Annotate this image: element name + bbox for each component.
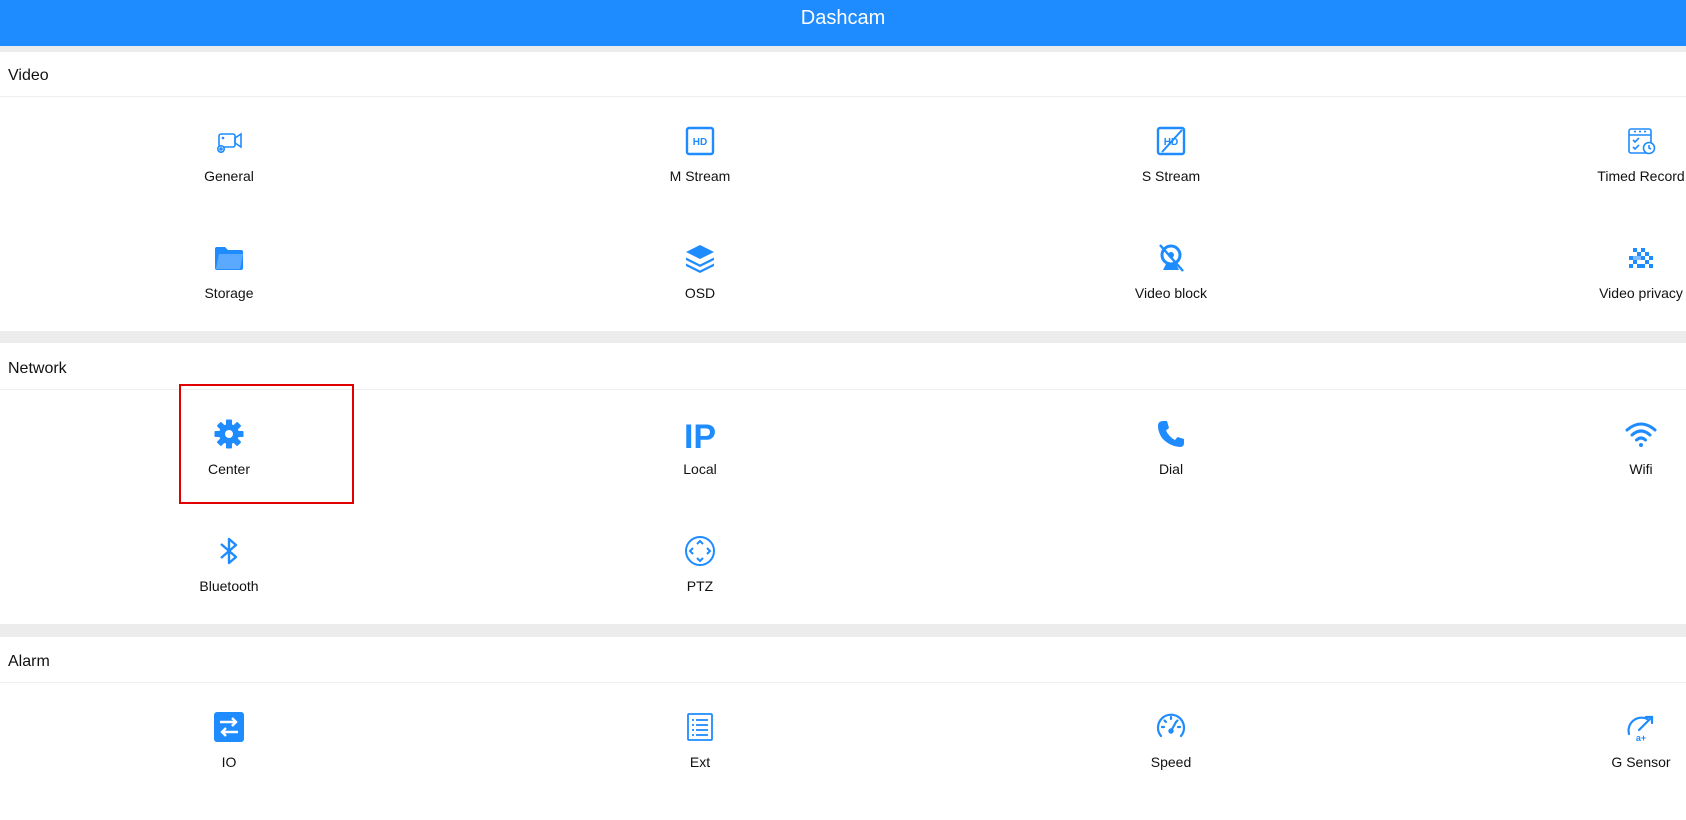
layers-icon [683, 241, 717, 275]
camera-settings-icon [212, 124, 246, 158]
tile-label: Bluetooth [199, 578, 259, 594]
tile-label: Timed Record [1597, 168, 1685, 184]
app-title: Dashcam [800, 7, 886, 29]
section-title-network: Network [8, 360, 67, 377]
tile-label: Dial [1158, 461, 1184, 477]
svg-text:HD: HD [693, 137, 707, 148]
tile-timed-record[interactable]: Timed Record [1551, 110, 1686, 220]
tile-m-stream[interactable]: HD M Stream [610, 110, 790, 220]
tile-storage[interactable]: Storage [139, 227, 319, 337]
tile-general[interactable]: General [139, 110, 319, 220]
tile-label: General [204, 168, 254, 184]
header-shadow-band [0, 46, 1686, 52]
tile-label: Storage [204, 285, 254, 301]
tile-label: Video privacy [1599, 285, 1683, 301]
tile-dial[interactable]: Dial [1081, 403, 1261, 513]
app-header: Dashcam [0, 0, 1686, 46]
document-list-icon [683, 710, 717, 744]
tile-center[interactable]: Center [139, 403, 319, 513]
mosaic-icon [1624, 241, 1658, 275]
tile-label: PTZ [686, 578, 714, 594]
folder-icon [212, 241, 246, 275]
tile-label: OSD [684, 285, 716, 301]
io-swap-icon [212, 710, 246, 744]
tile-label: Center [207, 461, 251, 477]
wifi-icon [1624, 417, 1658, 451]
phone-icon [1154, 417, 1188, 451]
svg-text:a+: a+ [1636, 733, 1646, 743]
tile-s-stream[interactable]: HD S Stream [1081, 110, 1261, 220]
section-title-video: Video [8, 67, 49, 84]
tile-label: Wifi [1629, 461, 1653, 477]
tile-speed[interactable]: Speed [1081, 696, 1261, 806]
section-divider [0, 389, 1686, 390]
tile-label: S Stream [1141, 168, 1201, 184]
tile-label: IO [221, 754, 237, 770]
svg-text:IP: IP [684, 418, 716, 451]
section-divider [0, 96, 1686, 97]
tile-local[interactable]: IP Local [610, 403, 790, 513]
tile-ext[interactable]: Ext [610, 696, 790, 806]
g-sensor-icon: a+ [1624, 710, 1658, 744]
tile-label: Speed [1150, 754, 1192, 770]
hd-crossed-icon: HD [1154, 124, 1188, 158]
tile-io[interactable]: IO [139, 696, 319, 806]
tile-label: Video block [1134, 285, 1208, 301]
ptz-icon [683, 534, 717, 568]
tile-ptz[interactable]: PTZ [610, 520, 790, 630]
tile-label: Ext [689, 754, 711, 770]
tile-label: M Stream [669, 168, 731, 184]
section-separator-band [0, 624, 1686, 637]
gear-icon [212, 417, 246, 451]
tile-video-privacy[interactable]: Video privacy [1551, 227, 1686, 337]
tile-label: G Sensor [1611, 754, 1671, 770]
tile-label: Local [683, 461, 717, 477]
tile-g-sensor[interactable]: a+ G Sensor [1551, 696, 1686, 806]
section-title-alarm: Alarm [8, 653, 50, 670]
bluetooth-icon [212, 534, 246, 568]
camera-blocked-icon [1154, 241, 1188, 275]
tile-osd[interactable]: OSD [610, 227, 790, 337]
tile-video-block[interactable]: Video block [1081, 227, 1261, 337]
section-separator-band [0, 331, 1686, 343]
tile-bluetooth[interactable]: Bluetooth [139, 520, 319, 630]
calendar-clock-icon [1624, 124, 1658, 158]
hd-icon: HD [683, 124, 717, 158]
ip-icon: IP [683, 417, 717, 451]
section-divider [0, 682, 1686, 683]
tile-wifi[interactable]: Wifi [1551, 403, 1686, 513]
speedometer-icon [1154, 710, 1188, 744]
